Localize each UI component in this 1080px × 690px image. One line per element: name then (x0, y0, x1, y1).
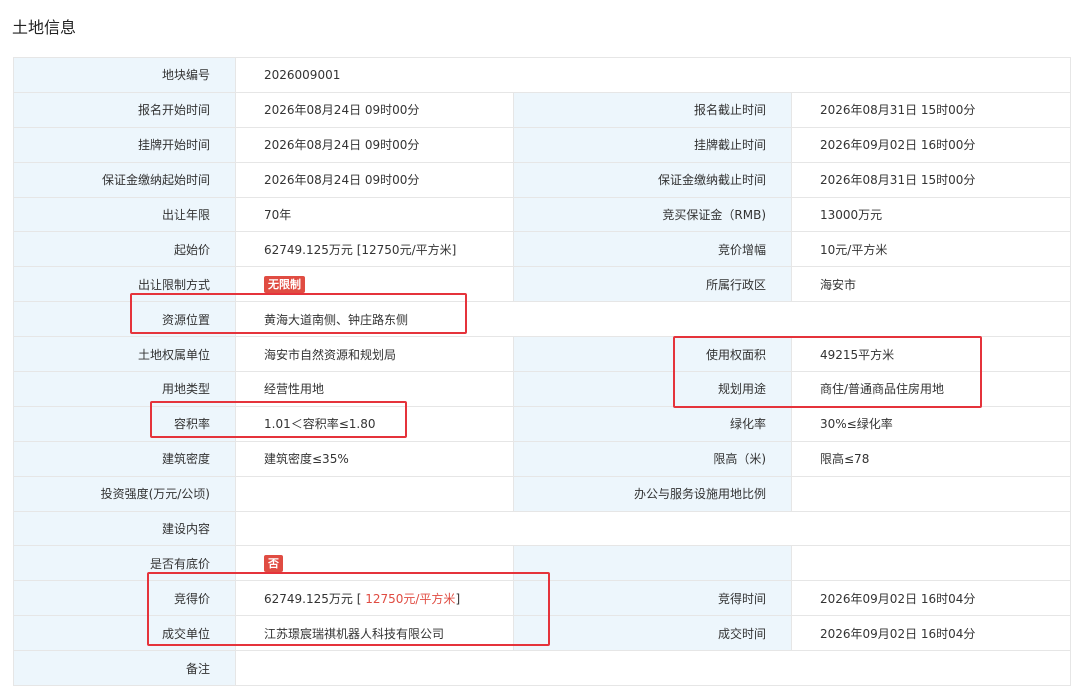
table-row: 挂牌开始时间 2026年08月24日 09时00分 挂牌截止时间 2026年09… (13, 126, 1072, 163)
restriction-badge: 无限制 (264, 275, 305, 293)
empty-label-cell (513, 545, 792, 582)
height-label: 限高（米) (513, 440, 792, 477)
reg-end-value: 2026年08月31日 15时00分 (790, 91, 1072, 128)
district-value: 海安市 (790, 266, 1072, 303)
increment-value: 10元/平方米 (790, 231, 1072, 268)
list-end-label: 挂牌截止时间 (513, 126, 792, 163)
highlight-box-area-use (673, 336, 982, 408)
table-row: 建设内容 (13, 510, 1072, 547)
office-ratio-label: 办公与服务设施用地比例 (513, 475, 792, 512)
construction-label: 建设内容 (13, 510, 236, 547)
table-row: 保证金缴纳起始时间 2026年08月24日 09时00分 保证金缴纳截止时间 2… (13, 161, 1072, 198)
table-row: 起始价 62749.125万元 [12750元/平方米] 竞价增幅 10元/平方… (13, 231, 1072, 268)
highlight-box-winning (147, 572, 550, 646)
bid-deposit-label: 竞买保证金（RMB) (513, 196, 792, 233)
deposit-start-label: 保证金缴纳起始时间 (13, 161, 236, 198)
table-row: 报名开始时间 2026年08月24日 09时00分 报名截止时间 2026年08… (13, 91, 1072, 128)
green-value: 30%≤绿化率 (790, 405, 1072, 442)
deal-time-value: 2026年09月02日 16时04分 (790, 615, 1072, 652)
density-label: 建筑密度 (13, 440, 236, 477)
remarks-label: 备注 (13, 650, 236, 687)
owner-value: 海安市自然资源和规划局 (235, 336, 514, 373)
owner-label: 土地权属单位 (13, 336, 236, 373)
table-row: 建筑密度 建筑密度≤35% 限高（米) 限高≤78 (13, 440, 1072, 477)
reserve-badge: 否 (264, 554, 283, 572)
increment-label: 竞价增幅 (513, 231, 792, 268)
empty-value-cell (790, 545, 1072, 582)
table-row: 地块编号 2026009001 (13, 57, 1072, 93)
density-value: 建筑密度≤35% (235, 440, 514, 477)
green-label: 绿化率 (513, 405, 792, 442)
reg-end-label: 报名截止时间 (513, 91, 792, 128)
highlight-box-far (150, 401, 407, 438)
page-title: 土地信息 (12, 18, 77, 37)
table-row: 出让年限 70年 竞买保证金（RMB) 13000万元 (13, 196, 1072, 233)
term-label: 出让年限 (13, 196, 236, 233)
table-row: 投资强度(万元/公顷) 办公与服务设施用地比例 (13, 475, 1072, 512)
list-start-label: 挂牌开始时间 (13, 126, 236, 163)
reg-start-value: 2026年08月24日 09时00分 (235, 91, 514, 128)
deposit-end-value: 2026年08月31日 15时00分 (790, 161, 1072, 198)
start-price-label: 起始价 (13, 231, 236, 268)
parcel-no-label: 地块编号 (13, 57, 236, 93)
construction-value (234, 510, 1072, 547)
deposit-start-value: 2026年08月24日 09时00分 (235, 161, 514, 198)
district-label: 所属行政区 (513, 266, 792, 303)
investment-value (235, 475, 514, 512)
office-ratio-value (790, 475, 1072, 512)
highlight-box-location (130, 293, 467, 334)
deposit-end-label: 保证金缴纳截止时间 (513, 161, 792, 198)
start-price-value: 62749.125万元 [12750元/平方米] (235, 231, 514, 268)
deal-time-label: 成交时间 (513, 615, 792, 652)
winning-time-label: 竞得时间 (513, 580, 792, 617)
height-value: 限高≤78 (790, 440, 1072, 477)
list-start-value: 2026年08月24日 09时00分 (235, 126, 514, 163)
winning-time-value: 2026年09月02日 16时04分 (790, 580, 1072, 617)
reg-start-label: 报名开始时间 (13, 91, 236, 128)
parcel-no-value: 2026009001 (234, 57, 1072, 93)
bid-deposit-value: 13000万元 (790, 196, 1072, 233)
remarks-value (234, 650, 1072, 687)
investment-label: 投资强度(万元/公顷) (13, 475, 236, 512)
list-end-value: 2026年09月02日 16时00分 (790, 126, 1072, 163)
term-value: 70年 (235, 196, 514, 233)
table-row: 备注 (13, 650, 1072, 687)
